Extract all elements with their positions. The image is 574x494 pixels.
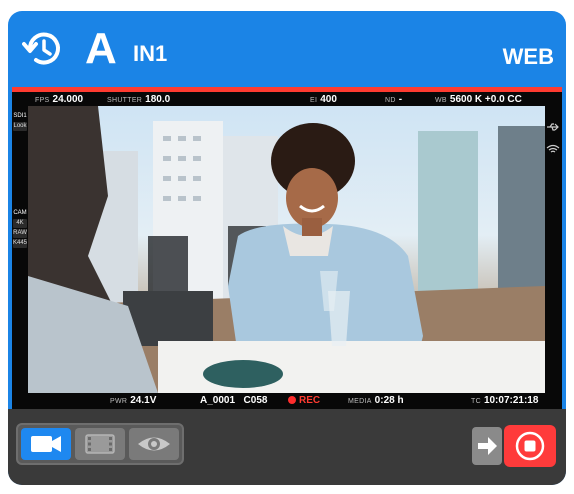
media-label: MEDIA [348,398,372,405]
shutter-value: 180.0 [145,94,171,105]
ei-value: 400 [320,94,337,105]
fps-label: FPS [35,97,50,104]
tc-label: TC [471,398,481,405]
sync-clock-icon[interactable] [22,29,68,69]
header-bar: A IN1 WEB [8,11,566,87]
ei-label: EI [310,97,318,104]
camera-card: A IN1 WEB FPS 24.000 SHUTTER 180.0 EI 400 N… [8,11,566,485]
sdi-tag: SDI1 [13,113,27,119]
video-camera-icon [21,428,71,460]
format-tag: RAW [13,229,27,238]
arrow-right-button[interactable] [472,427,502,465]
stop-record-button[interactable] [504,425,556,467]
nd-value: - [398,94,403,105]
stop-record-icon [504,425,556,467]
camera-preview-image [28,106,545,393]
rec-indicator: REC [288,393,320,408]
resolution-tag: 4K [13,219,27,228]
video-camera-button[interactable] [21,428,71,460]
timecode-readout: TC 10:07:21:18 [471,393,538,409]
rec-label: REC [299,395,321,406]
right-status-column [546,122,560,166]
fps-value: 24.000 [52,94,84,105]
rec-dot-icon [288,396,296,404]
eye-button[interactable] [129,428,179,460]
clip-number: C058 [243,395,268,406]
top-status-strip: FPS 24.000 SHUTTER 180.0 EI 400 ND - WB 5600 … [12,92,562,106]
media-value: 0:28 h [374,395,404,406]
wb-value: 5600 K +0.0 CC [449,94,522,105]
clip-readout: A_0001 C058 [200,393,267,408]
monitor-view: FPS 24.000 SHUTTER 180.0 EI 400 ND - WB 5600 … [12,87,562,409]
usb-icon [546,122,560,132]
eye-icon [129,428,179,460]
shutter-label: SHUTTER [107,97,143,104]
codec-tag: K445 [13,239,28,248]
arrow-right-icon [472,427,502,465]
power-readout: PWR 24.1V [110,393,156,409]
clip-name: A_0001 [200,395,236,406]
film-strip-icon [75,428,125,460]
media-readout: MEDIA 0:28 h [348,393,404,409]
pwr-value: 24.1V [130,395,157,406]
wifi-icon [546,144,560,154]
pwr-label: PWR [110,398,128,405]
bottom-status-strip: PWR 24.1V A_0001 C058 REC MEDIA 0:28 h TC 1… [12,393,562,407]
film-strip-button[interactable] [75,428,125,460]
cam-tag: CAM [13,210,27,216]
mode-label[interactable]: WEB [503,44,554,70]
view-mode-selector [16,423,184,465]
camera-letter: A [85,24,117,73]
left-status-column: SDI1 Look CAM 4K RAW K445 [12,112,28,249]
input-label: IN1 [133,41,168,66]
wb-label: WB [435,97,447,104]
control-bar [8,409,566,485]
nd-label: ND [385,97,396,104]
tc-value: 10:07:21:18 [483,395,539,406]
look-tag: Look [13,122,27,131]
